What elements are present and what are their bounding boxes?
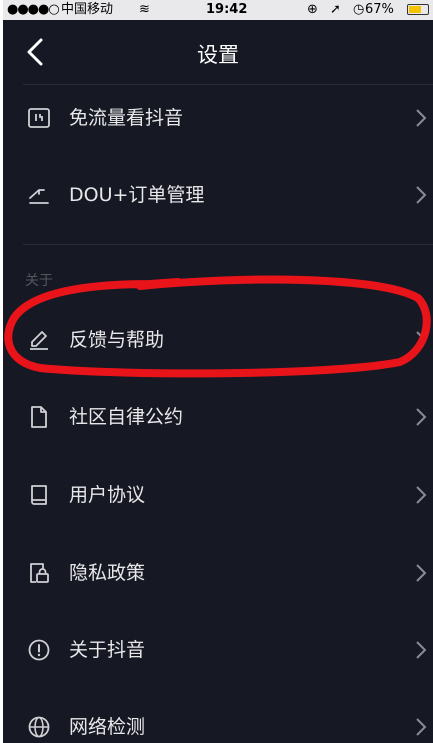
row-label: 关于抖音 [69, 639, 146, 661]
section-header-about: 关于 [25, 273, 53, 289]
document-icon [31, 406, 47, 428]
row-community-rules[interactable]: 社区自律公约 [3, 387, 433, 447]
row-label: 社区自律公约 [69, 406, 184, 428]
row-label: DOU+订单管理 [69, 184, 205, 206]
chevron-right-icon [416, 486, 427, 504]
carrier-name: 中国移动 [61, 2, 114, 17]
battery-fill [409, 6, 422, 13]
battery-icon [407, 4, 429, 15]
row-feedback-help[interactable]: 反馈与帮助 [3, 310, 433, 370]
pen-icon [30, 331, 48, 350]
chevron-right-icon [416, 408, 427, 426]
row-label: 网络检测 [69, 716, 146, 738]
wifi-icon: ≋ [139, 2, 150, 17]
row-network-check[interactable]: 网络检测 [3, 697, 433, 743]
book-icon [31, 485, 47, 505]
battery-percent: 67% [365, 2, 394, 17]
trend-icon [29, 189, 49, 204]
info-icon [28, 639, 50, 661]
row-privacy-policy[interactable]: 隐私政策 [3, 543, 433, 603]
chevron-right-icon [416, 641, 427, 659]
chevron-right-icon [416, 331, 427, 349]
chevron-right-icon [416, 186, 427, 204]
globe-icon [28, 716, 50, 738]
settings-screen: ●●●●○ 中国移动 ≋ 19:42 ⊕ ➚ ◷ 67% 设置 免流量看抖音 D… [3, 0, 433, 743]
row-data-free[interactable]: 免流量看抖音 [3, 88, 433, 148]
row-about-douyin[interactable]: 关于抖音 [3, 620, 433, 680]
status-time: 19:42 [206, 2, 248, 17]
nav-bar: 设置 [3, 20, 433, 84]
signal-strength: ●●●●○ [7, 2, 60, 17]
row-label: 用户协议 [69, 484, 146, 506]
row-dou-orders[interactable]: DOU+订单管理 [3, 165, 433, 225]
status-icons: ⊕ ➚ ◷ [307, 2, 369, 17]
row-label: 免流量看抖音 [69, 107, 184, 129]
page-title: 设置 [197, 43, 239, 67]
status-bar: ●●●●○ 中国移动 ≋ 19:42 ⊕ ➚ ◷ 67% [3, 0, 433, 20]
row-user-agreement[interactable]: 用户协议 [3, 465, 433, 525]
data-free-icon [28, 108, 50, 128]
chevron-right-icon [416, 718, 427, 736]
chevron-right-icon [416, 564, 427, 582]
row-label: 隐私政策 [69, 562, 146, 584]
privacy-lock-icon [30, 563, 49, 583]
chevron-right-icon [416, 109, 427, 127]
divider [23, 84, 433, 85]
divider [23, 244, 433, 245]
row-label: 反馈与帮助 [69, 329, 165, 351]
